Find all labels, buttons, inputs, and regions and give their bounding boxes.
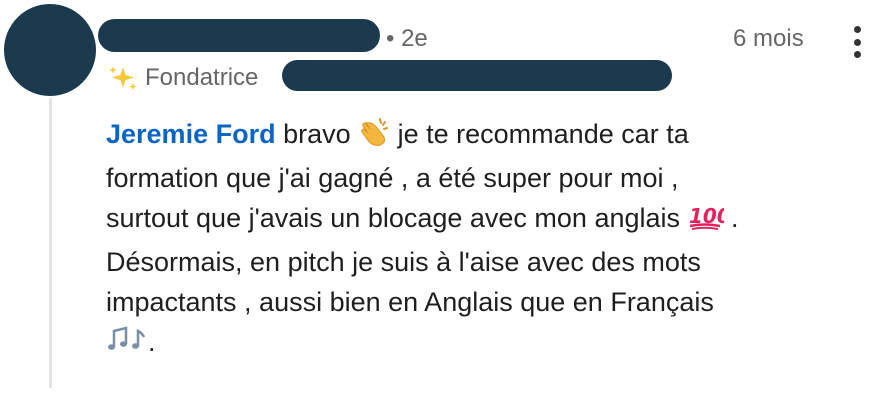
comment-text: . [723,203,739,233]
mention-link[interactable]: Jeremie Ford [106,119,276,149]
comment-line-5: impactants , aussi bien en Anglais que e… [106,287,714,317]
comment-text: surtout que j'avais un blocage avec mon … [106,203,688,233]
comment-text: je te recommande car ta [390,119,689,149]
redacted-headline [282,60,672,91]
comment-text: bravo [275,119,359,149]
redacted-author-name[interactable] [98,19,380,52]
comment-card: • 2e 6 mois Fondatrice Jeremie Ford brav… [0,0,873,400]
connection-degree: • 2e [386,25,428,52]
comment-line-2: formation que j'ai gagné , a été super p… [106,163,679,193]
headline-text: Fondatrice [145,64,259,91]
thread-line [49,98,52,388]
comment-line-1: Jeremie Ford bravo je te recommande car … [106,114,856,158]
author-headline: Fondatrice [107,62,258,94]
comment-line-3: surtout que j'avais un blocage avec mon … [106,198,856,242]
more-options-button[interactable] [846,22,868,62]
musical-notes-emoji [106,325,148,366]
more-vertical-icon-dot [853,38,861,46]
comment-line-6: . [106,322,856,366]
avatar[interactable] [4,4,96,96]
more-vertical-icon [853,26,861,33]
comment-line-4: Désormais, en pitch je suis à l'aise ave… [106,247,701,277]
clapping-hands-emoji [358,117,390,158]
comment-text: . [148,327,156,357]
more-vertical-icon-dot [853,51,861,58]
sparkles-icon [107,64,139,92]
comment-timestamp: 6 mois [733,25,804,52]
comment-body: Jeremie Ford bravo je te recommande car … [106,114,856,366]
hundred-points-emoji: 100 [688,201,730,242]
